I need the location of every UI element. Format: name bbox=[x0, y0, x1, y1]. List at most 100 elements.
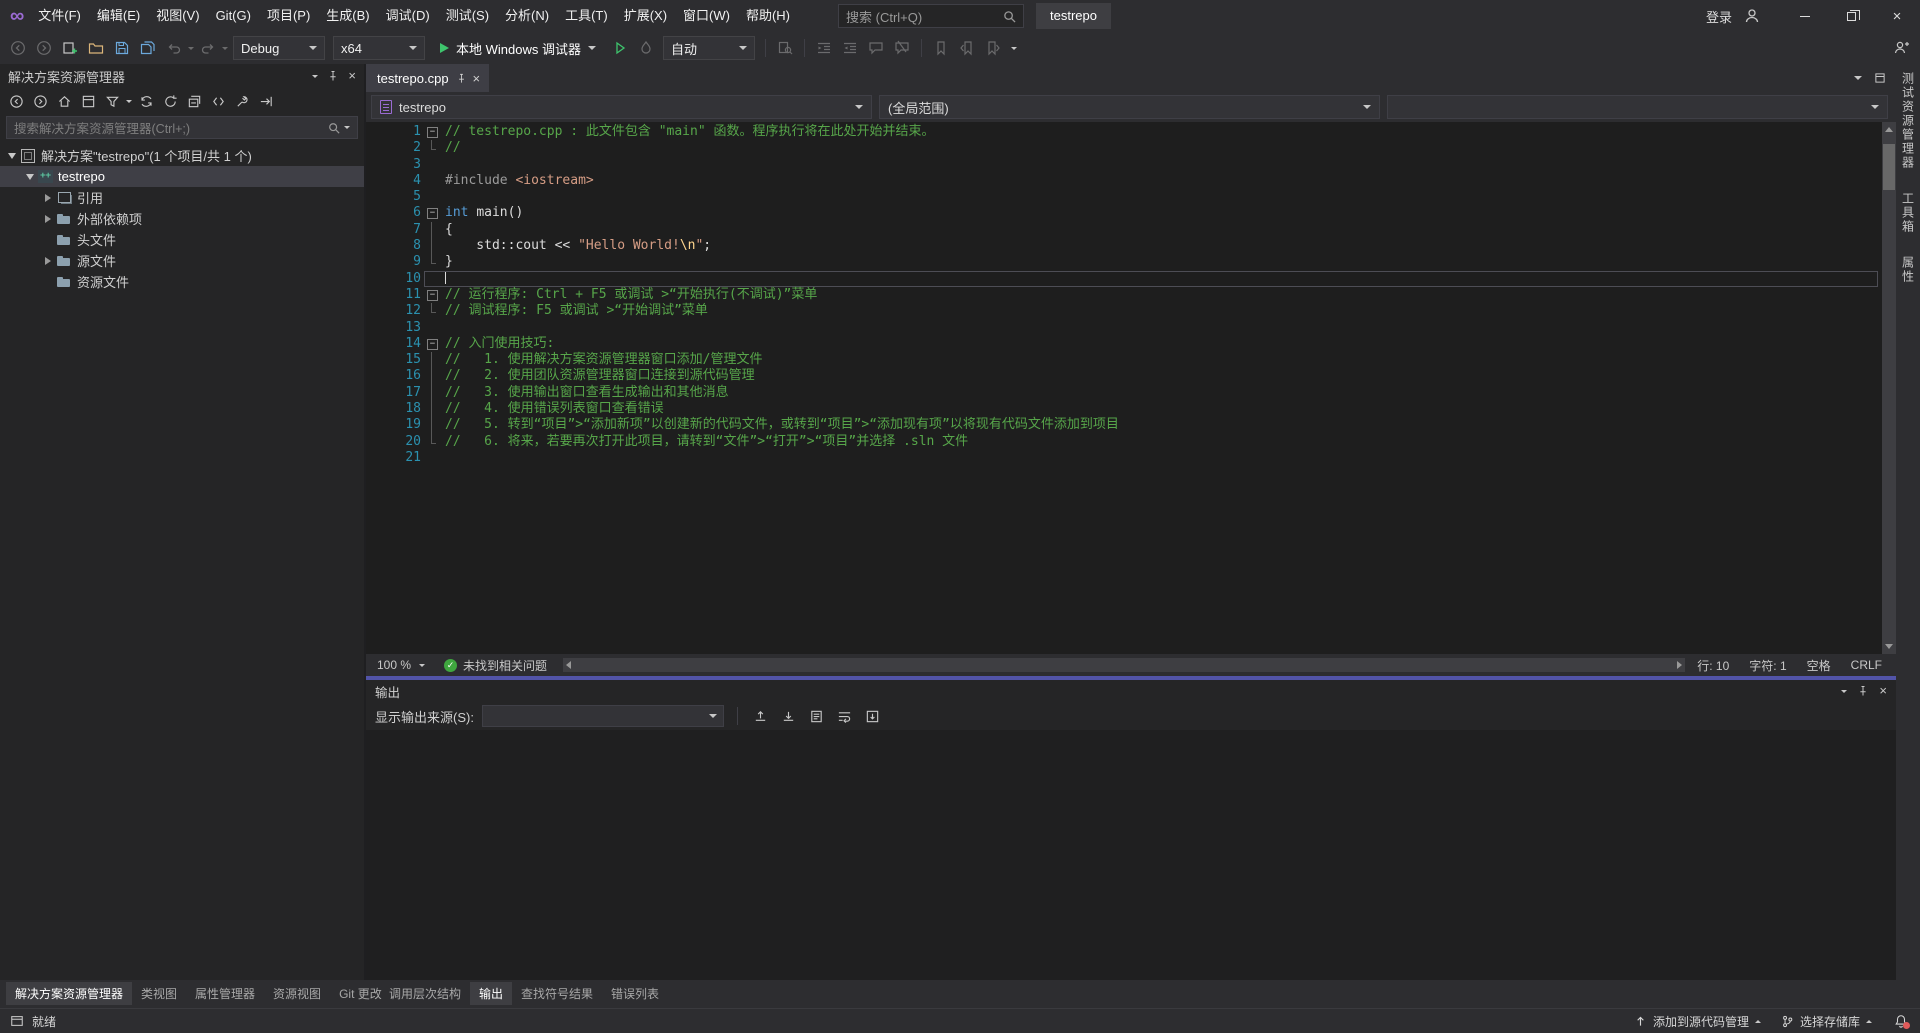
add-to-source-control-button[interactable]: 添加到源代码管理 bbox=[1634, 1013, 1761, 1030]
code-line[interactable]: 15// 1. 使用解决方案资源管理器窗口添加/管理文件 bbox=[366, 352, 1896, 368]
fold-collapse-icon[interactable] bbox=[424, 124, 441, 140]
code-line[interactable]: 2// bbox=[366, 140, 1896, 156]
tree-item[interactable]: 解决方案"testrepo"(1 个项目/共 1 个) bbox=[0, 145, 364, 166]
toolbar-overflow-icon[interactable] bbox=[1011, 47, 1017, 50]
open-file-icon[interactable] bbox=[84, 36, 108, 60]
toggle-bookmark-icon[interactable] bbox=[929, 36, 953, 60]
minimize-button[interactable] bbox=[1782, 0, 1828, 32]
clear-all-icon[interactable] bbox=[807, 706, 827, 726]
editor-window-options-icon[interactable] bbox=[1874, 72, 1886, 84]
project-dropdown[interactable]: testrepo bbox=[371, 95, 872, 119]
solution-explorer-title-bar[interactable]: 解决方案资源管理器 × bbox=[0, 64, 364, 88]
start-without-debugging-icon[interactable] bbox=[608, 36, 632, 60]
filter-icon[interactable] bbox=[102, 91, 122, 111]
save-icon[interactable] bbox=[110, 36, 134, 60]
panel-tab[interactable]: 调用层次结构 bbox=[380, 982, 470, 1005]
active-documents-dropdown-icon[interactable] bbox=[1854, 76, 1862, 80]
forward-icon[interactable] bbox=[30, 91, 50, 111]
menu-item[interactable]: 调试(D) bbox=[378, 0, 438, 32]
pin-tab-icon[interactable] bbox=[456, 73, 467, 84]
code-line[interactable]: 3 bbox=[366, 157, 1896, 173]
fold-collapse-icon[interactable] bbox=[424, 336, 441, 352]
window-position-icon[interactable] bbox=[1841, 690, 1847, 693]
menu-item[interactable]: 分析(N) bbox=[497, 0, 557, 32]
fold-collapse-icon[interactable] bbox=[424, 205, 441, 221]
code-line[interactable]: 14// 入门使用技巧: bbox=[366, 336, 1896, 352]
menu-item[interactable]: 测试(S) bbox=[438, 0, 497, 32]
output-content[interactable] bbox=[366, 730, 1896, 980]
menu-item[interactable]: 文件(F) bbox=[30, 0, 89, 32]
close-icon[interactable]: × bbox=[348, 70, 356, 82]
outdent-icon[interactable] bbox=[838, 36, 862, 60]
indent-icon[interactable] bbox=[812, 36, 836, 60]
editor-horizontal-scrollbar[interactable] bbox=[563, 658, 1685, 672]
undo-icon[interactable] bbox=[162, 36, 186, 60]
notifications-button[interactable] bbox=[1892, 1012, 1910, 1030]
hot-reload-mode-dropdown[interactable]: 自动 bbox=[663, 36, 755, 60]
code-line[interactable]: 5 bbox=[366, 189, 1896, 205]
solution-explorer-search-box[interactable]: 搜索解决方案资源管理器(Ctrl+;) bbox=[6, 116, 358, 139]
goto-previous-message-icon[interactable] bbox=[751, 706, 771, 726]
code-line[interactable]: 6int main() bbox=[366, 205, 1896, 221]
menu-item[interactable]: 帮助(H) bbox=[738, 0, 798, 32]
tree-item[interactable]: 头文件 bbox=[0, 229, 364, 250]
panel-tab[interactable]: 资源视图 bbox=[264, 982, 330, 1005]
start-debugging-button[interactable]: 本地 Windows 调试器 bbox=[432, 35, 604, 61]
menu-item[interactable]: 项目(P) bbox=[259, 0, 318, 32]
scope-dropdown[interactable]: (全局范围) bbox=[879, 95, 1380, 119]
panel-tab[interactable]: 属性管理器 bbox=[186, 982, 264, 1005]
save-all-icon[interactable] bbox=[136, 36, 160, 60]
menu-item[interactable]: 生成(B) bbox=[318, 0, 377, 32]
panel-tab[interactable]: 错误列表 bbox=[602, 982, 668, 1005]
menu-item[interactable]: 编辑(E) bbox=[89, 0, 148, 32]
tree-item[interactable]: 资源文件 bbox=[0, 271, 364, 292]
send-feedback-icon[interactable] bbox=[1890, 36, 1914, 60]
scroll-up-icon[interactable] bbox=[1885, 127, 1893, 132]
pin-icon[interactable] bbox=[1857, 685, 1869, 697]
comment-selection-icon[interactable] bbox=[864, 36, 888, 60]
scroll-left-icon[interactable] bbox=[566, 661, 571, 669]
output-source-dropdown[interactable] bbox=[482, 705, 724, 727]
panel-tab[interactable]: 输出 bbox=[470, 982, 512, 1005]
tree-item[interactable]: 源文件 bbox=[0, 250, 364, 271]
code-line[interactable]: 17// 3. 使用输出窗口查看生成输出和其他消息 bbox=[366, 385, 1896, 401]
code-line[interactable]: 16// 2. 使用团队资源管理器窗口连接到源代码管理 bbox=[366, 368, 1896, 384]
restore-button[interactable] bbox=[1828, 0, 1874, 32]
filter-dropdown-icon[interactable] bbox=[126, 100, 132, 103]
scroll-right-icon[interactable] bbox=[1677, 661, 1682, 669]
panel-tab[interactable]: 解决方案资源管理器 bbox=[6, 982, 132, 1005]
document-tab[interactable]: testrepo.cpp × bbox=[366, 64, 489, 92]
scroll-down-icon[interactable] bbox=[1885, 644, 1893, 649]
code-line[interactable]: 18// 4. 使用错误列表窗口查看错误 bbox=[366, 401, 1896, 417]
code-line[interactable]: 12// 调试程序: F5 或调试 >“开始调试”菜单 bbox=[366, 303, 1896, 319]
window-position-icon[interactable] bbox=[312, 75, 318, 78]
menu-item[interactable]: 窗口(W) bbox=[675, 0, 738, 32]
uncomment-selection-icon[interactable] bbox=[890, 36, 914, 60]
expander-icon[interactable] bbox=[4, 153, 19, 159]
zoom-dropdown[interactable]: 100 % bbox=[372, 654, 434, 676]
document-health-indicator[interactable]: ✓ 未找到相关问题 bbox=[434, 657, 557, 674]
auto-hidden-tool-window-tab[interactable]: 属性 bbox=[1900, 256, 1917, 284]
switch-views-icon[interactable] bbox=[78, 91, 98, 111]
code-line[interactable]: 1// testrepo.cpp : 此文件包含 "main" 函数。程序执行将… bbox=[366, 124, 1896, 140]
editor-vertical-scrollbar[interactable] bbox=[1882, 122, 1896, 654]
expander-icon[interactable] bbox=[40, 194, 55, 202]
panel-tab[interactable]: 类视图 bbox=[132, 982, 186, 1005]
output-title-bar[interactable]: 输出 × bbox=[366, 680, 1896, 702]
auto-hidden-tool-window-tab[interactable]: 测试资源管理器 bbox=[1900, 72, 1917, 170]
preview-selected-items-icon[interactable] bbox=[256, 91, 276, 111]
menu-item[interactable]: 扩展(X) bbox=[616, 0, 675, 32]
spaces-indicator[interactable]: 空格 bbox=[1801, 657, 1845, 674]
member-dropdown[interactable] bbox=[1387, 95, 1888, 119]
new-project-icon[interactable] bbox=[58, 36, 82, 60]
menu-item[interactable]: Git(G) bbox=[208, 0, 259, 32]
solution-configuration-dropdown[interactable]: Debug bbox=[233, 36, 325, 60]
code-line[interactable]: 19// 5. 转到“项目”>“添加新项”以创建新的代码文件，或转到“项目”>“… bbox=[366, 417, 1896, 433]
code-line[interactable]: 11// 运行程序: Ctrl + F5 或调试 >“开始执行(不调试)”菜单 bbox=[366, 287, 1896, 303]
expander-icon[interactable] bbox=[22, 174, 37, 180]
back-icon[interactable] bbox=[6, 91, 26, 111]
close-tab-icon[interactable]: × bbox=[473, 71, 481, 86]
toggle-autoscroll-icon[interactable] bbox=[863, 706, 883, 726]
sign-in-button[interactable]: 登录 bbox=[1706, 7, 1732, 26]
code-line[interactable]: 20// 6. 将来，若要再次打开此项目，请转到“文件”>“打开”>“项目”并选… bbox=[366, 434, 1896, 450]
